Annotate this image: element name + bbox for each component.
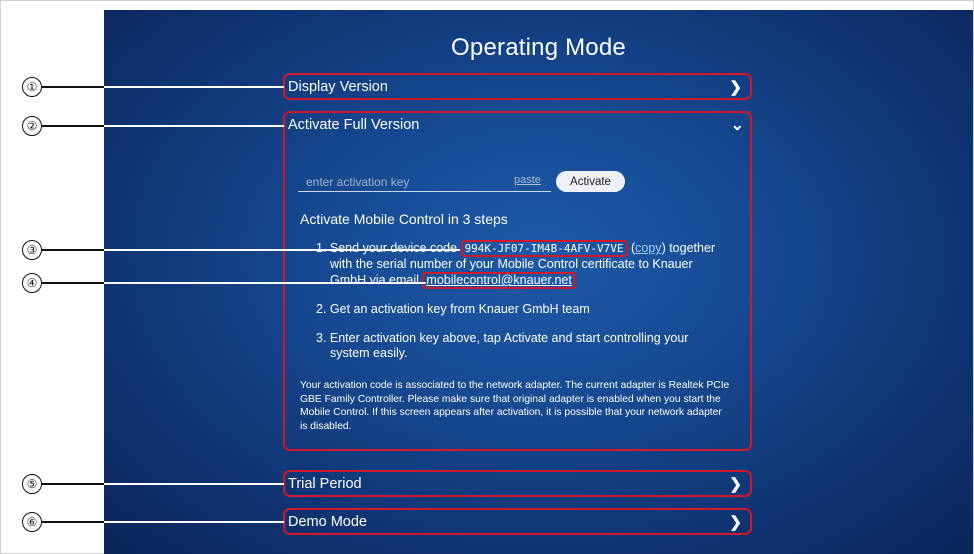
chevron-down-icon[interactable]: ⌄ (731, 115, 744, 135)
leader-line-1-inner (104, 86, 284, 88)
chevron-right-icon: ❯ (729, 514, 742, 531)
demo-mode-row[interactable]: Demo Mode ❯ (283, 508, 752, 535)
callout-1: ① (22, 77, 42, 97)
callout-3: ③ (22, 240, 42, 260)
leader-line-5-inner (104, 483, 284, 485)
leader-line-4-inner (104, 282, 426, 284)
device-code: 994K-JF07-IM4B-4AFV-V7VE (460, 240, 628, 257)
step-3-line2: system easily. (330, 346, 408, 360)
callout-6: ⑥ (22, 512, 42, 532)
trial-period-row[interactable]: Trial Period ❯ (283, 470, 752, 497)
copy-link[interactable]: copy (635, 241, 661, 255)
step-1-together: together (669, 241, 716, 255)
leader-line-4 (42, 282, 104, 284)
step-2: 2. Get an activation key from Knauer Gmb… (316, 302, 590, 316)
step-3-line1: 3. Enter activation key above, tap Activ… (316, 331, 689, 345)
page-title: Operating Mode (451, 34, 626, 61)
step-1-prefix: 1. Send your device code (316, 241, 458, 255)
step-1-line3: GmbH via email (330, 273, 419, 287)
paste-link[interactable]: paste (514, 174, 541, 186)
leader-line-3 (42, 249, 104, 251)
leader-line-6 (42, 521, 104, 523)
steps-title: Activate Mobile Control in 3 steps (300, 211, 508, 227)
trial-period-label: Trial Period (288, 476, 362, 492)
callout-5: ⑤ (22, 474, 42, 494)
chevron-right-icon: ❯ (729, 476, 742, 493)
demo-mode-label: Demo Mode (288, 514, 367, 530)
leader-line-5 (42, 483, 104, 485)
activate-button[interactable]: Activate (556, 171, 625, 192)
leader-line-6-inner (104, 521, 284, 523)
email-link[interactable]: mobilecontrol@knauer.net (426, 273, 571, 287)
leader-line-2-inner (104, 125, 284, 127)
step-3: 3. Enter activation key above, tap Activ… (316, 331, 688, 361)
callout-4: ④ (22, 273, 42, 293)
display-version-label: Display Version (288, 79, 388, 95)
leader-line-1 (42, 86, 104, 88)
callout-2: ② (22, 116, 42, 136)
activation-key-row: paste Activate (298, 171, 628, 195)
leader-line-3-inner (104, 249, 460, 251)
adapter-note: Your activation code is associated to th… (300, 380, 730, 432)
chevron-right-icon: ❯ (729, 79, 742, 96)
display-version-row[interactable]: Display Version ❯ (283, 73, 752, 100)
leader-line-2 (42, 125, 104, 127)
activate-full-version-label[interactable]: Activate Full Version (288, 117, 419, 133)
step-1-line2: with the serial number of your Mobile Co… (330, 257, 693, 271)
